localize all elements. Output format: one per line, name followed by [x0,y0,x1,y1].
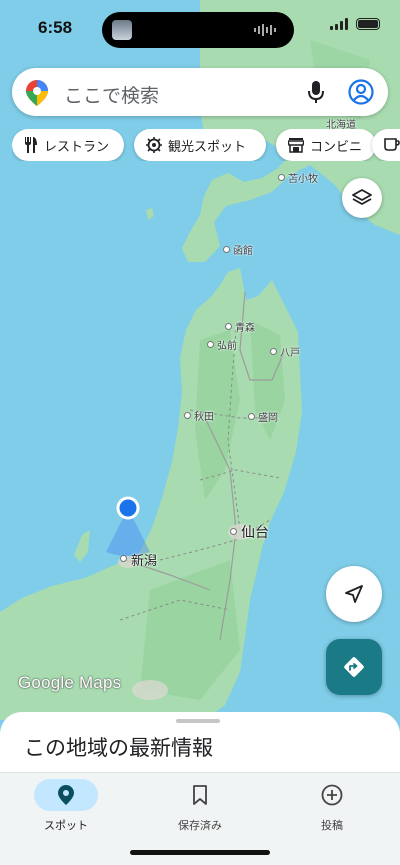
sheet-drag-handle[interactable] [176,719,220,723]
home-indicator[interactable] [130,850,270,855]
dynamic-island[interactable] [102,12,294,48]
search-bar[interactable]: ここで検索 [12,68,388,116]
nav-tab-explore-label: スポット [44,819,88,832]
nav-tab-saved[interactable]: 保存済み [150,779,250,839]
label-morioka: 盛岡 [258,413,278,424]
nav-tab-saved-label: 保存済み [178,819,222,832]
add-circle-icon [321,784,343,806]
google-maps-pin-icon [26,80,48,106]
navigation-arrow-icon [345,585,363,603]
city-dot-niigata[interactable] [120,555,127,562]
chip-convenience-label: コンビニ [310,139,363,155]
city-dot-tomakomai[interactable] [278,174,285,181]
city-dot-hakodate[interactable] [223,246,230,253]
user-location-dot [116,496,140,520]
city-dot-akita[interactable] [184,412,191,419]
directions-button[interactable] [326,639,382,695]
account-icon[interactable] [348,79,374,105]
label-niigata: 新潟 [131,554,158,569]
label-hakodate: 函館 [233,246,253,257]
bookmark-icon [193,785,207,805]
label-tomakomai: 苫小牧 [288,174,318,185]
status-time: 6:58 [38,18,73,37]
status-bar: 6:58 [0,0,400,60]
label-akita: 秋田 [194,412,214,423]
attraction-icon [146,137,162,153]
microphone-icon[interactable] [308,80,324,104]
my-location-button[interactable] [326,566,382,622]
chip-attractions[interactable]: 観光スポット [134,129,266,161]
search-placeholder[interactable]: ここで検索 [64,81,159,108]
audio-wave-icon [254,24,276,36]
label-aomori: 青森 [235,323,255,334]
label-sendai: 仙台 [241,525,269,541]
nav-tab-contribute-label: 投稿 [321,819,343,832]
chip-convenience[interactable]: コンビニ [276,129,376,161]
restaurant-icon [25,137,37,153]
chip-restaurant[interactable]: レストラン [12,129,124,161]
city-dot-morioka[interactable] [248,413,255,420]
city-dot-hachinohe[interactable] [270,348,277,355]
chip-restaurant-label: レストラン [44,139,110,155]
status-indicators [330,18,380,30]
cellular-signal-icon [330,18,348,30]
city-dot-aomori[interactable] [225,323,232,330]
cafe-icon [384,138,400,151]
label-hachinohe: 八戸 [280,348,300,359]
chip-cafe[interactable] [372,129,400,161]
map-layers-button[interactable] [342,178,382,218]
label-hirosaki: 弘前 [217,341,237,352]
nav-tab-contribute[interactable]: 投稿 [282,779,382,839]
city-dot-hirosaki[interactable] [207,341,214,348]
city-dot-sendai[interactable] [230,528,237,535]
nav-tab-explore[interactable]: スポット [16,779,116,839]
battery-icon [356,18,380,30]
directions-icon [344,657,364,677]
store-icon [288,138,304,153]
sheet-title: この地域の最新情報 [24,736,213,760]
now-playing-thumbnail [112,20,132,40]
chip-attractions-label: 観光スポット [168,139,247,155]
location-pin-icon [58,785,74,805]
google-maps-attribution: Google Maps [18,673,122,692]
layers-icon [352,189,372,205]
category-chips: レストラン 観光スポット コンビニ [12,129,400,161]
